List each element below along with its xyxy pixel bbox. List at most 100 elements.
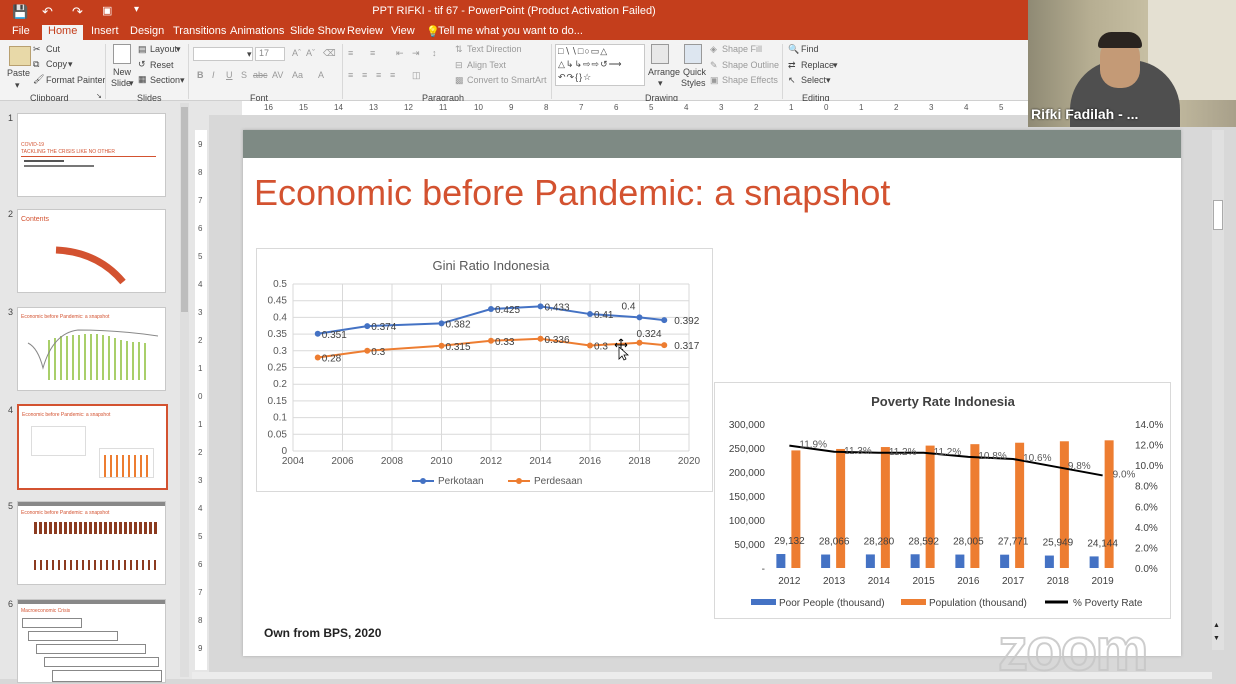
y-tick-label: 0.45 (268, 296, 288, 307)
arrange-dropdown-icon[interactable]: ▾ (658, 78, 663, 89)
scroll-down-icon[interactable]: ▼ (1213, 635, 1220, 642)
font-color-icon[interactable]: A (318, 70, 324, 80)
webcam-video: Rifki Fadilah - ... (1028, 0, 1236, 127)
clear-formatting-icon[interactable]: ⌫ (323, 48, 336, 59)
slide-thumbnail-1[interactable]: COVID-19 TACKLING THE CRISIS LIKE NO OTH… (17, 113, 166, 197)
copy-button[interactable]: Copy (46, 59, 67, 69)
decrease-indent-icon[interactable]: ⇤ (396, 48, 404, 59)
ruler-body: 9 8 7 6 5 4 3 2 1 0 1 2 3 4 5 6 7 8 9 (195, 130, 207, 670)
thumbnail-scrollbar[interactable] (180, 103, 189, 677)
select-button[interactable]: Select (801, 75, 826, 85)
shadow-icon[interactable]: S (241, 70, 247, 80)
format-painter-icon: 🖌 (33, 74, 45, 84)
data-label: 0.41 (594, 310, 614, 321)
replace-dropdown-icon[interactable]: ▾ (833, 60, 838, 71)
slide-thumbnail-4-selected[interactable]: Economic before Pandemic: a snapshot (17, 404, 168, 490)
paste-button[interactable]: Paste (7, 68, 30, 78)
slide-thumbnail-5[interactable]: Economic before Pandemic: a snapshot (17, 501, 166, 585)
slide-number: 3 (8, 307, 14, 317)
increase-font-icon[interactable]: Aˆ (292, 48, 301, 58)
new-slide-button[interactable]: New (113, 67, 131, 77)
shape-outline-button[interactable]: Shape Outline (722, 60, 779, 70)
cut-button[interactable]: Cut (46, 44, 60, 54)
slide-canvas[interactable]: Economic before Pandemic: a snapshot Gin… (243, 130, 1181, 656)
format-painter-button[interactable]: Format Painter (46, 75, 106, 85)
text-direction-button[interactable]: Text Direction (467, 44, 522, 54)
paste-dropdown-icon[interactable]: ▾ (15, 80, 20, 91)
thumb-chart-graphic (27, 329, 159, 380)
scroll-thumb[interactable] (181, 107, 188, 312)
increase-indent-icon[interactable]: ⇥ (412, 48, 420, 59)
bullets-icon[interactable]: ≡ (348, 48, 353, 58)
select-dropdown-icon[interactable]: ▾ (826, 75, 831, 86)
poverty-chart-frame[interactable]: Poverty Rate Indonesia - 50,000 100,000 150,… (714, 382, 1171, 619)
source-note[interactable]: Own from BPS, 2020 (264, 626, 381, 640)
convert-smartart-button[interactable]: Convert to SmartArt (467, 75, 547, 85)
tab-insert[interactable]: Insert (85, 25, 125, 40)
bar-poor-people (955, 554, 965, 568)
tab-view[interactable]: View (385, 25, 421, 40)
tab-review[interactable]: Review (341, 25, 389, 40)
ruler-tick-label: 6 (198, 560, 203, 569)
tab-design[interactable]: Design (124, 25, 170, 40)
x-tick-label: 2020 (678, 456, 701, 467)
layout-dropdown-icon[interactable]: ▾ (176, 44, 181, 55)
align-right-icon[interactable]: ≡ (376, 70, 381, 80)
gini-chart-frame[interactable]: Gini Ratio Indonesia 0 0.05 0.1 0.15 0.2 0.25 0… (256, 248, 713, 492)
find-button[interactable]: Find (801, 44, 819, 54)
legend-marker (516, 478, 522, 484)
scroll-thumb[interactable] (1213, 200, 1223, 230)
align-text-button[interactable]: Align Text (467, 60, 506, 70)
copy-dropdown-icon[interactable]: ▾ (68, 59, 73, 70)
strikethrough-icon[interactable]: abc (253, 70, 268, 80)
ruler-tick-label: 9 (198, 140, 203, 149)
bold-icon[interactable]: B (197, 70, 204, 80)
tab-home[interactable]: Home (42, 25, 84, 40)
tab-transitions[interactable]: Transitions (167, 25, 232, 40)
font-name-field[interactable] (193, 47, 253, 61)
shapes-gallery[interactable]: □∖∖□○▭△ △↳↳⇨⇨↺⟶ ↶↷{}☆ (555, 44, 645, 86)
quick-styles-button[interactable]: Quick (683, 67, 706, 77)
slide-thumbnail-3[interactable]: Economic before Pandemic: a snapshot (17, 307, 166, 391)
replace-icon: ⇄ (788, 60, 796, 70)
decrease-font-icon[interactable]: Aˇ (306, 48, 315, 58)
arrange-button[interactable]: Arrange (648, 67, 680, 77)
slide-scrollbar[interactable]: ▲ ▼ (1212, 130, 1224, 650)
layout-button[interactable]: Layout (150, 44, 177, 54)
x-tick-label: 2014 (868, 576, 891, 587)
data-label: 11.3% (844, 446, 872, 457)
data-label: 0.382 (446, 319, 471, 330)
tab-animations[interactable]: Animations (224, 25, 290, 40)
underline-icon[interactable]: U (226, 70, 233, 80)
replace-button[interactable]: Replace (801, 60, 834, 70)
section-button[interactable]: Section (150, 75, 180, 85)
align-left-icon[interactable]: ≡ (348, 70, 353, 80)
font-name-dropdown-icon[interactable]: ▾ (247, 49, 252, 60)
columns-icon[interactable]: ◫ (412, 70, 421, 81)
ruler-tick-label: 2 (894, 103, 899, 112)
character-spacing-icon[interactable]: AV (272, 70, 283, 80)
tab-file[interactable]: File (6, 25, 36, 40)
shape-fill-button[interactable]: Shape Fill (722, 44, 762, 54)
line-spacing-icon[interactable]: ↕ (432, 48, 437, 58)
scroll-up-icon[interactable]: ▲ (1213, 622, 1220, 629)
shape-effects-button[interactable]: Shape Effects (722, 75, 778, 85)
slide-title[interactable]: Economic before Pandemic: a snapshot (254, 172, 890, 214)
tell-me-search[interactable]: Tell me what you want to do... (432, 25, 589, 40)
slide-thumbnail-6[interactable]: Macroeconomic Crisis (17, 599, 166, 683)
align-center-icon[interactable]: ≡ (362, 70, 367, 80)
reset-button[interactable]: Reset (150, 60, 174, 70)
font-size-field[interactable]: 17 (255, 47, 285, 61)
justify-icon[interactable]: ≡ (390, 70, 395, 80)
numbering-icon[interactable]: ≡ (370, 48, 375, 58)
slide-thumbnail-2[interactable]: Contents (17, 209, 166, 293)
new-slide-dropdown-icon[interactable]: ▾ (129, 78, 134, 89)
bar-poor-people (1044, 555, 1054, 568)
section-dropdown-icon[interactable]: ▾ (180, 75, 185, 86)
move-cursor-icon (614, 338, 629, 361)
clipboard-launcher-icon[interactable]: ↘ (96, 92, 102, 100)
thumb-title: COVID-19 (21, 142, 45, 148)
italic-icon[interactable]: I (212, 70, 215, 80)
change-case-icon[interactable]: Aa (292, 70, 303, 80)
new-slide-icon (113, 44, 131, 64)
